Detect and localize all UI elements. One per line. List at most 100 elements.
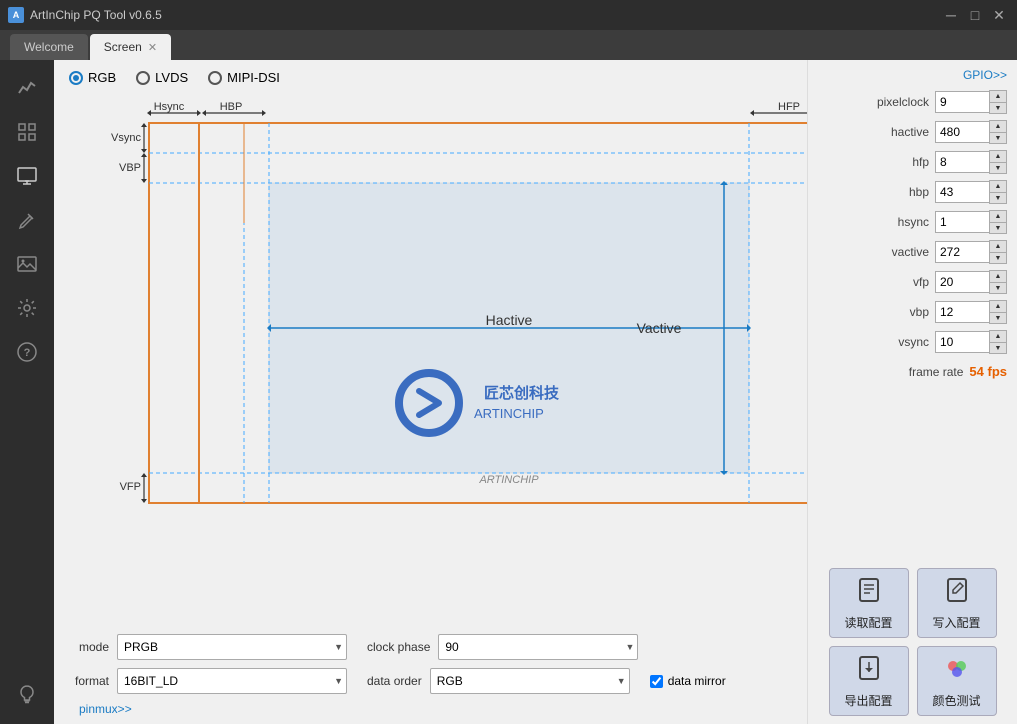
- mode-select-wrapper: PRGB SRGB Serial RGB: [117, 634, 347, 660]
- mode-select[interactable]: PRGB SRGB Serial RGB: [117, 634, 347, 660]
- read-config-button[interactable]: 读取配置: [829, 568, 909, 638]
- write-config-button[interactable]: 写入配置: [917, 568, 997, 638]
- hfp-input[interactable]: [935, 151, 989, 173]
- vbp-up[interactable]: ▲: [990, 301, 1006, 312]
- vbp-label: vbp: [910, 305, 929, 319]
- radio-lvds-label: LVDS: [155, 70, 188, 85]
- sidebar-item-chart[interactable]: [5, 68, 49, 108]
- vsync-input[interactable]: [935, 331, 989, 353]
- vsync-up[interactable]: ▲: [990, 331, 1006, 342]
- sidebar-item-monitor[interactable]: [5, 156, 49, 196]
- svg-text:VBP: VBP: [119, 162, 141, 174]
- svg-text:HFP: HFP: [778, 101, 800, 113]
- radio-mipi[interactable]: MIPI-DSI: [208, 70, 280, 85]
- radio-rgb-label: RGB: [88, 70, 116, 85]
- controls-bar: mode PRGB SRGB Serial RGB clock phase 90: [54, 626, 807, 724]
- vfp-up[interactable]: ▲: [990, 271, 1006, 282]
- pixelclock-up[interactable]: ▲: [990, 91, 1006, 102]
- hsync-spinbox: ▲▼: [935, 210, 1007, 234]
- right-panel: GPIO>> pixelclock ▲ ▼ hactive ▲▼ hfp ▲: [807, 60, 1017, 724]
- hbp-down[interactable]: ▼: [990, 192, 1006, 203]
- sidebar-item-settings[interactable]: [5, 288, 49, 328]
- hbp-spinbox: ▲▼: [935, 180, 1007, 204]
- format-select[interactable]: 16BIT_LD 16BIT_HD 18BIT 24BIT: [117, 668, 347, 694]
- read-config-label: 读取配置: [844, 614, 892, 631]
- svg-text:匠芯创科技: 匠芯创科技: [484, 384, 560, 402]
- data-order-select[interactable]: RGB BGR GRB GBR: [430, 668, 630, 694]
- hfp-up[interactable]: ▲: [990, 151, 1006, 162]
- tab-welcome-label: Welcome: [24, 40, 74, 54]
- hsync-down[interactable]: ▼: [990, 222, 1006, 233]
- sidebar-item-grid[interactable]: [5, 112, 49, 152]
- hactive-down[interactable]: ▼: [990, 132, 1006, 143]
- close-button[interactable]: ✕: [989, 5, 1009, 25]
- mode-group: mode PRGB SRGB Serial RGB: [69, 634, 347, 660]
- tab-screen[interactable]: Screen ✕: [90, 34, 171, 60]
- vsync-down[interactable]: ▼: [990, 342, 1006, 353]
- color-test-button[interactable]: 颜色测试: [917, 646, 997, 716]
- param-row-vactive: vactive ▲▼: [818, 240, 1007, 264]
- hfp-spinbox: ▲▼: [935, 150, 1007, 174]
- sidebar-item-edit[interactable]: [5, 200, 49, 240]
- data-mirror-checkbox[interactable]: [650, 675, 663, 688]
- pixelclock-input[interactable]: [935, 91, 989, 113]
- pixelclock-down[interactable]: ▼: [990, 102, 1006, 113]
- svg-text:Hsync: Hsync: [154, 101, 185, 113]
- pinmux-link[interactable]: pinmux>>: [79, 702, 132, 716]
- radio-rgb[interactable]: RGB: [69, 70, 116, 85]
- vactive-down[interactable]: ▼: [990, 252, 1006, 263]
- clock-phase-select[interactable]: 90 0 180 270: [438, 634, 638, 660]
- hactive-input[interactable]: [935, 121, 989, 143]
- hsync-up[interactable]: ▲: [990, 211, 1006, 222]
- vactive-input[interactable]: [935, 241, 989, 263]
- timing-diagram: Hsync HBP HFP Vsync: [69, 93, 792, 513]
- export-config-label: 导出配置: [844, 692, 892, 709]
- hsync-input[interactable]: [935, 211, 989, 233]
- action-buttons: 读取配置 写入配置 导: [818, 558, 1007, 716]
- radio-rgb-circle: [69, 71, 83, 85]
- hfp-down[interactable]: ▼: [990, 162, 1006, 173]
- hbp-up[interactable]: ▲: [990, 181, 1006, 192]
- svg-text:VFP: VFP: [120, 481, 141, 493]
- data-mirror-label: data mirror: [668, 674, 726, 688]
- title-bar: A ArtInChip PQ Tool v0.6.5 ─ □ ✕: [0, 0, 1017, 30]
- controls-row-2: format 16BIT_LD 16BIT_HD 18BIT 24BIT dat…: [69, 668, 792, 694]
- format-group: format 16BIT_LD 16BIT_HD 18BIT 24BIT: [69, 668, 347, 694]
- vfp-label: vfp: [913, 275, 929, 289]
- maximize-button[interactable]: □: [965, 5, 985, 25]
- sidebar: ?: [0, 60, 54, 724]
- radio-lvds[interactable]: LVDS: [136, 70, 188, 85]
- vfp-down[interactable]: ▼: [990, 282, 1006, 293]
- data-order-label: data order: [367, 674, 422, 688]
- sidebar-item-image[interactable]: [5, 244, 49, 284]
- color-test-icon: [943, 654, 971, 688]
- vfp-input[interactable]: [935, 271, 989, 293]
- sidebar-item-help[interactable]: ?: [5, 332, 49, 372]
- param-row-hactive: hactive ▲▼: [818, 120, 1007, 144]
- radio-mipi-circle: [208, 71, 222, 85]
- app-title: ArtInChip PQ Tool v0.6.5: [30, 8, 162, 22]
- hactive-up[interactable]: ▲: [990, 121, 1006, 132]
- svg-text:Vsync: Vsync: [111, 132, 141, 144]
- minimize-button[interactable]: ─: [941, 5, 961, 25]
- param-row-vfp: vfp ▲▼: [818, 270, 1007, 294]
- mode-label: mode: [69, 640, 109, 654]
- pixelclock-spinbox: ▲ ▼: [935, 90, 1007, 114]
- hbp-input[interactable]: [935, 181, 989, 203]
- vactive-up[interactable]: ▲: [990, 241, 1006, 252]
- hbp-label: hbp: [909, 185, 929, 199]
- vbp-down[interactable]: ▼: [990, 312, 1006, 323]
- gpio-link[interactable]: GPIO>>: [818, 68, 1007, 82]
- frame-rate-value: 54 fps: [969, 364, 1007, 379]
- vbp-input[interactable]: [935, 301, 989, 323]
- param-row-vbp: vbp ▲▼: [818, 300, 1007, 324]
- export-config-button[interactable]: 导出配置: [829, 646, 909, 716]
- tab-close-icon[interactable]: ✕: [148, 41, 157, 54]
- vsync-label: vsync: [898, 335, 929, 349]
- pixelclock-label: pixelclock: [877, 95, 929, 109]
- tab-welcome[interactable]: Welcome: [10, 34, 88, 60]
- sidebar-item-bulb[interactable]: [5, 674, 49, 714]
- format-select-wrapper: 16BIT_LD 16BIT_HD 18BIT 24BIT: [117, 668, 347, 694]
- param-row-hfp: hfp ▲▼: [818, 150, 1007, 174]
- data-order-select-wrapper: RGB BGR GRB GBR: [430, 668, 630, 694]
